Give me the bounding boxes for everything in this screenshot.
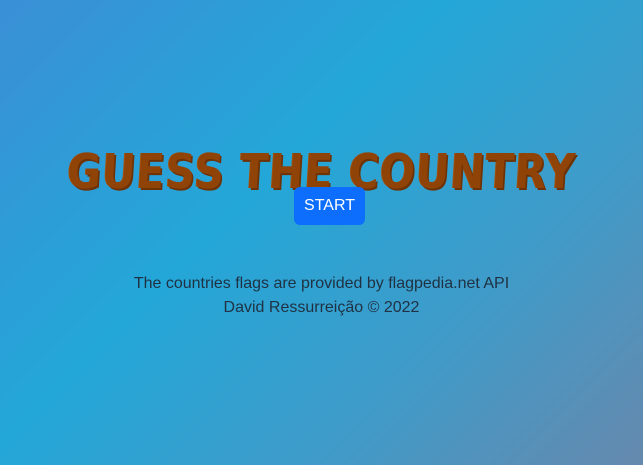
footer: The countries flags are provided by flag… <box>0 272 643 320</box>
flags-credit-text: The countries flags are provided by flag… <box>133 275 510 292</box>
author-copyright-text: David Ressurreição © 2022 <box>223 299 420 316</box>
start-button[interactable]: START <box>294 187 365 225</box>
